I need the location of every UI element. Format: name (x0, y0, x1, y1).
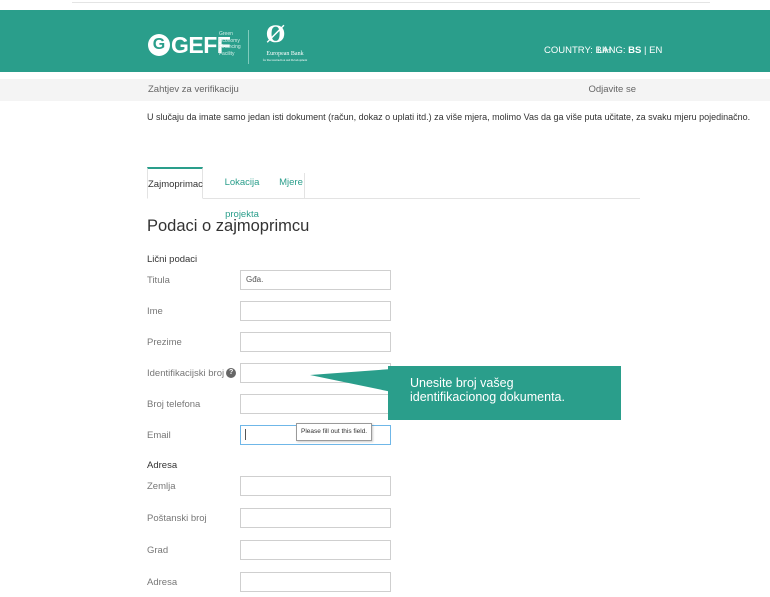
breadcrumb[interactable]: Zahtjev za verifikaciju (148, 84, 239, 95)
phone-field[interactable] (240, 394, 391, 414)
site-header: G GEFF Green Economy Financing Facility … (0, 10, 770, 72)
geff-logo-icon: G (148, 34, 170, 56)
first-name-field[interactable] (240, 301, 391, 321)
logout-link[interactable]: Odjavite se (588, 84, 636, 95)
postal-code-field[interactable] (240, 508, 391, 528)
country-field-label: Zemlja (147, 481, 176, 492)
logo-divider (248, 30, 249, 64)
form-tabs: Zajmoprimac Lokacija projekta Mjere (147, 167, 640, 220)
ebrd-logo-text: European Bank for Reconstruction and Dev… (262, 51, 308, 62)
lang-bs-link[interactable]: BS (628, 45, 641, 56)
id-number-field[interactable] (240, 363, 391, 383)
city-field[interactable] (240, 540, 391, 560)
phone-label: Broj telefona (147, 399, 201, 410)
tab-lokacija-projekta[interactable]: Lokacija projekta (209, 167, 275, 220)
country-field[interactable] (240, 476, 391, 496)
info-notice: U slučaju da imate samo jedan isti dokum… (147, 112, 751, 122)
postal-code-label: Poštanski broj (147, 513, 207, 524)
personal-data-heading: Lični podaci (147, 254, 198, 265)
first-name-label: Ime (147, 306, 163, 317)
address-heading: Adresa (147, 460, 178, 471)
tab-mjere[interactable]: Mjere (279, 167, 303, 199)
tab-divider (304, 173, 305, 199)
sub-navigation-bar: Zahtjev za verifikaciju Odjavite se (0, 79, 770, 101)
title-label: Titula (147, 275, 170, 286)
id-number-label: Identifikacijski broj? (147, 368, 237, 379)
last-name-label: Prezime (147, 337, 182, 348)
street-address-field[interactable] (240, 572, 391, 592)
title-field[interactable]: Gđa. (240, 270, 391, 290)
tab-zajmoprimac[interactable]: Zajmoprimac (147, 167, 203, 199)
city-label: Grad (147, 545, 169, 556)
top-divider (72, 0, 710, 3)
page-title: Podaci o zajmoprimcu (147, 217, 310, 235)
street-address-label: Adresa (147, 577, 178, 588)
validation-tooltip: Please fill out this field. (296, 423, 373, 441)
email-label: Email (147, 430, 171, 441)
geff-logo-subtitle: Green Economy Financing Facility (219, 31, 241, 57)
last-name-field[interactable] (240, 332, 391, 352)
text-caret (245, 429, 246, 440)
language-switcher: LANG: BS | EN (597, 45, 663, 56)
ebrd-logo-icon: Ø (266, 22, 286, 48)
help-icon[interactable]: ? (226, 368, 237, 379)
lang-en-link[interactable]: EN (649, 45, 662, 56)
help-callout: Unesite broj vašeg identifikacionog doku… (388, 366, 621, 420)
